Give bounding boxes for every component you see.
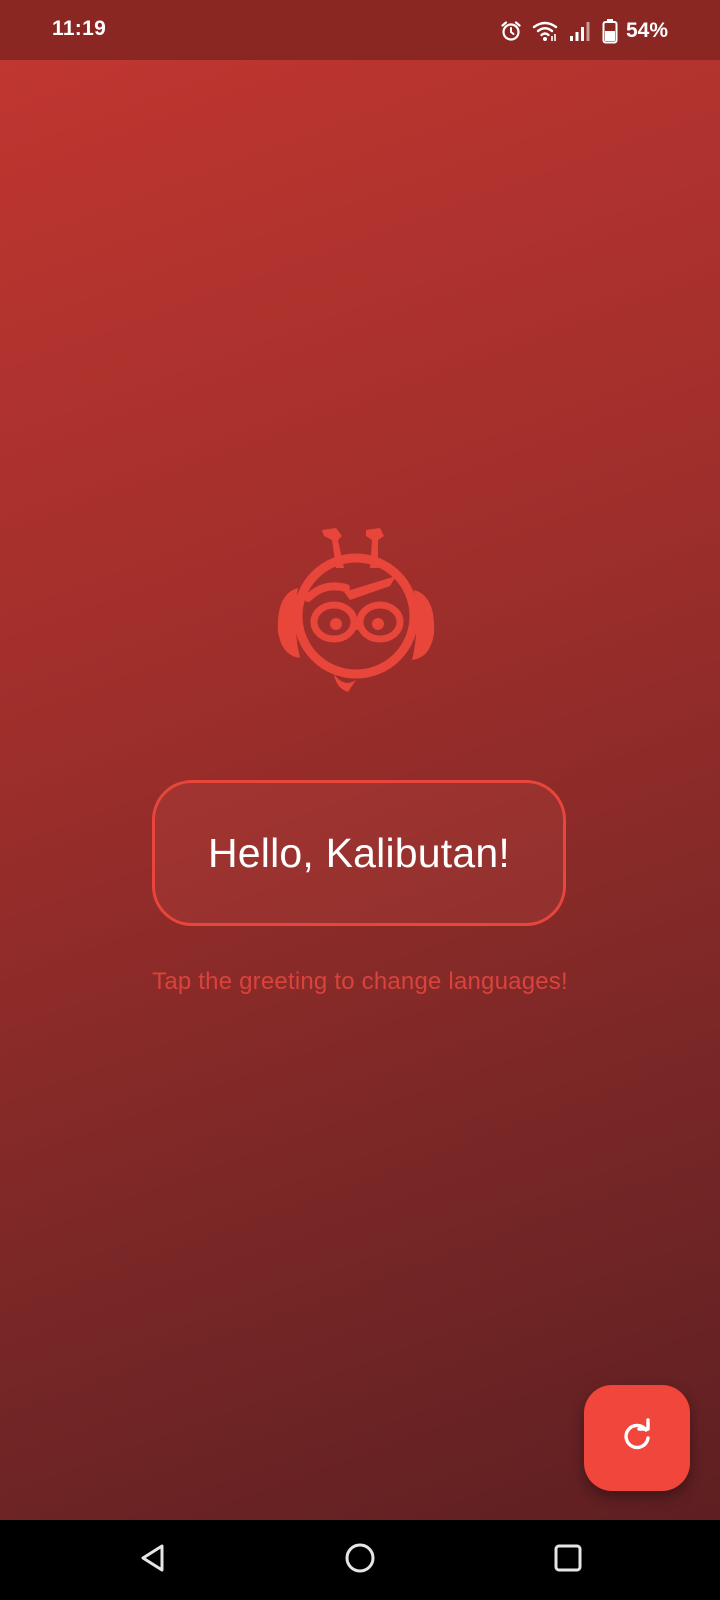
battery-icon xyxy=(602,18,618,44)
status-icons: 54% xyxy=(500,14,668,48)
greeting-button[interactable]: Hello, Kalibutan! xyxy=(152,780,566,926)
back-button[interactable] xyxy=(133,1540,173,1580)
status-time: 11:19 xyxy=(52,17,107,40)
phone-screen: 11:19 54% Hello, Kalibutan! Tap the gree… xyxy=(0,0,720,1600)
navigation-bar xyxy=(0,1520,720,1600)
refresh-button[interactable] xyxy=(584,1385,690,1491)
home-button[interactable] xyxy=(340,1540,380,1580)
hint-text: Tap the greeting to change languages! xyxy=(152,968,568,995)
status-bar: 11:19 54% xyxy=(0,0,720,60)
battery-percent: 54% xyxy=(625,19,668,42)
refresh-icon xyxy=(619,1417,655,1459)
alarm-icon xyxy=(500,20,522,42)
back-icon xyxy=(138,1543,168,1578)
greeting-text: Hello, Kalibutan! xyxy=(208,829,510,876)
app-content: Hello, Kalibutan! Tap the greeting to ch… xyxy=(0,60,720,1520)
recents-icon xyxy=(553,1543,583,1578)
robot-mascot-icon xyxy=(274,524,438,692)
wifi-icon xyxy=(532,20,558,42)
home-icon xyxy=(344,1542,376,1579)
signal-icon xyxy=(568,20,592,42)
recents-button[interactable] xyxy=(548,1540,588,1580)
